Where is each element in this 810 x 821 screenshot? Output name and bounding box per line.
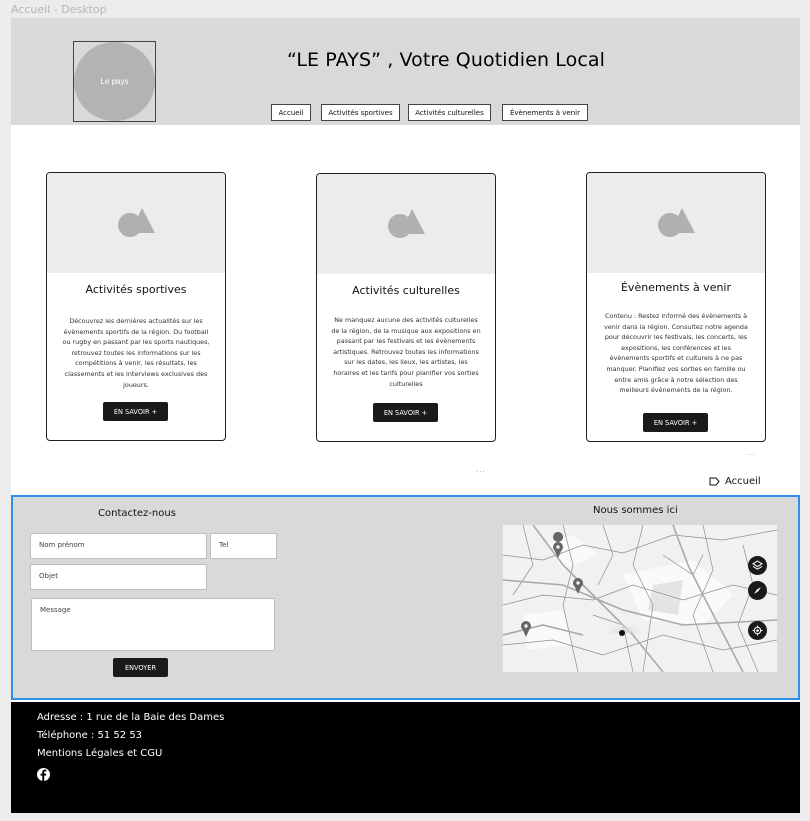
card-evenements-a-venir: Évènements à venir Contenu : Restez info… — [586, 172, 766, 442]
card-text: Découvrez les dernières actualités sur l… — [62, 317, 210, 389]
facebook-icon[interactable] — [37, 768, 50, 781]
nav-activites-culturelles[interactable]: Activités culturelles — [408, 104, 491, 121]
card-activites-culturelles: Activités culturelles Ne manquez aucune … — [316, 173, 496, 442]
map-roads — [503, 525, 777, 672]
card-text: Ne manquez aucune des activités culturel… — [331, 316, 481, 388]
page-frame: Le pays “LE PAYS” , Votre Quotidien Loca… — [11, 18, 800, 813]
map[interactable] — [503, 525, 777, 672]
logo-text: Le pays — [100, 77, 129, 86]
card-activites-sportives: Activités sportives Découvrez les derniè… — [46, 172, 226, 441]
image-placeholder-icon — [118, 208, 155, 237]
learn-more-button[interactable]: EN SAVOIR + — [643, 413, 708, 432]
image-placeholder-icon — [388, 209, 425, 238]
contact-section: Contactez-nous Nom prénom Tel Objet Mess… — [11, 495, 800, 700]
send-button[interactable]: ENVOYER — [113, 658, 168, 677]
card-title: Activités sportives — [85, 283, 187, 296]
tag-icon — [709, 477, 720, 486]
nav-activites-sportives[interactable]: Activités sportives — [321, 104, 400, 121]
name-field[interactable]: Nom prénom — [30, 533, 207, 559]
learn-more-button[interactable]: EN SAVOIR + — [373, 403, 438, 422]
locate-icon[interactable] — [748, 621, 767, 640]
card-image — [47, 173, 225, 273]
ellipsis: ... — [746, 448, 756, 457]
footer-legal-link[interactable]: Mentions Légales et CGU — [37, 748, 162, 759]
logo-frame: Le pays — [73, 41, 156, 122]
message-field[interactable]: Message — [31, 598, 275, 651]
card-title: Activités culturelles — [352, 284, 460, 297]
ellipsis: ... — [476, 465, 486, 474]
layers-icon[interactable] — [748, 556, 767, 575]
accueil-link[interactable]: Accueil — [709, 476, 761, 487]
compass-icon[interactable] — [748, 581, 767, 600]
accueil-link-label: Accueil — [725, 476, 761, 487]
map-title: Nous sommes ici — [593, 505, 678, 516]
tel-field[interactable]: Tel — [210, 533, 277, 559]
card-title: Évènements à venir — [620, 281, 732, 294]
card-image — [317, 174, 495, 274]
image-placeholder-icon — [658, 208, 695, 237]
subject-field[interactable]: Objet — [30, 564, 207, 590]
footer: Adresse : 1 rue de la Baie des Dames Tél… — [11, 702, 800, 813]
contact-title: Contactez-nous — [98, 508, 176, 519]
site-title: “LE PAYS” , Votre Quotidien Local — [287, 49, 606, 71]
learn-more-button[interactable]: EN SAVOIR + — [103, 402, 168, 421]
frame-label: Accueil - Desktop — [11, 3, 107, 16]
footer-address: Adresse : 1 rue de la Baie des Dames — [37, 712, 225, 723]
card-text: Contenu : Restez informé des évènements … — [604, 312, 748, 395]
logo[interactable]: Le pays — [74, 42, 155, 121]
header: Le pays “LE PAYS” , Votre Quotidien Loca… — [11, 18, 800, 125]
nav-evenements-a-venir[interactable]: Évènements à venir — [502, 104, 588, 121]
card-image — [587, 173, 765, 273]
footer-phone: Téléphone : 51 52 53 — [37, 730, 143, 741]
nav-accueil[interactable]: Accueil — [271, 104, 311, 121]
